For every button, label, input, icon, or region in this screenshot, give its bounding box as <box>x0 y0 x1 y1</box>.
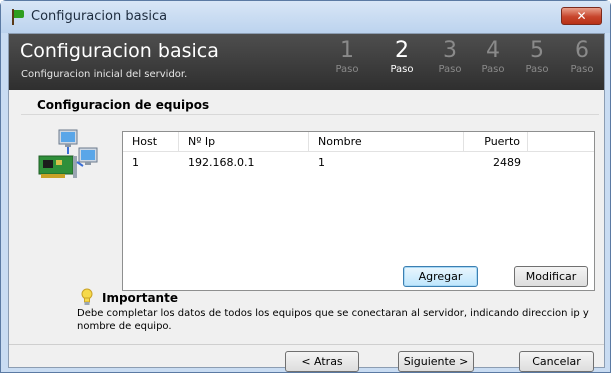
step-6: 6 Paso <box>562 38 602 75</box>
cell-port: 2489 <box>493 156 521 169</box>
cell-ip: 192.168.0.1 <box>188 156 255 169</box>
step-1: 1 Paso <box>327 38 367 75</box>
column-header-name[interactable]: Nombre <box>309 132 464 152</box>
table-header: Host Nº Ip Nombre Puerto <box>123 132 594 152</box>
page-subtitle: Configuracion inicial del servidor. <box>21 69 188 80</box>
dialog-window: Configuracion basica ✕ Configuracion bas… <box>0 0 611 373</box>
divider <box>21 114 599 115</box>
column-header-port[interactable]: Puerto <box>464 132 528 152</box>
flag-icon <box>11 9 25 25</box>
step-number: 2 <box>395 38 409 63</box>
next-button[interactable]: Siguiente > <box>398 351 474 372</box>
notice-title: Importante <box>102 291 178 305</box>
step-label: Paso <box>570 64 594 75</box>
step-number: 5 <box>530 38 544 63</box>
step-number: 6 <box>575 38 589 63</box>
step-5: 5 Paso <box>517 38 557 75</box>
section-title: Configuracion de equipos <box>37 98 210 112</box>
cell-host: 1 <box>132 156 139 169</box>
step-number: 3 <box>443 38 457 63</box>
footer-divider <box>9 344 604 345</box>
lightbulb-icon <box>81 288 93 305</box>
step-3: 3 Paso <box>430 38 470 75</box>
cell-name: 1 <box>318 156 325 169</box>
network-computers-icon <box>38 129 98 178</box>
step-label: Paso <box>525 64 549 75</box>
back-button[interactable]: < Atras <box>285 351 359 372</box>
dialog-body: Configuracion basica Configuracion inici… <box>8 33 605 372</box>
add-button[interactable]: Agregar <box>403 266 478 287</box>
window-title: Configuracion basica <box>31 9 168 24</box>
modify-button[interactable]: Modificar <box>514 266 588 287</box>
notice-text: Debe completar los datos de todos los eq… <box>77 308 589 332</box>
column-header-host[interactable]: Host <box>123 132 179 152</box>
title-bar[interactable]: Configuracion basica ✕ <box>1 1 610 33</box>
step-2: 2 Paso <box>382 38 422 75</box>
close-icon: ✕ <box>576 9 587 23</box>
step-label: Paso <box>438 64 462 75</box>
cancel-button[interactable]: Cancelar <box>519 351 594 372</box>
table-row[interactable]: 1 192.168.0.1 1 2489 <box>123 154 594 172</box>
close-button[interactable]: ✕ <box>561 7 602 25</box>
page-title: Configuracion basica <box>20 40 219 62</box>
step-number: 4 <box>486 38 500 63</box>
column-header-ip[interactable]: Nº Ip <box>179 132 309 152</box>
step-label: Paso <box>335 64 359 75</box>
wizard-header: Configuracion basica Configuracion inici… <box>9 34 604 90</box>
step-label: Paso <box>390 64 414 75</box>
step-4: 4 Paso <box>473 38 513 75</box>
step-label: Paso <box>481 64 505 75</box>
step-number: 1 <box>340 38 354 63</box>
